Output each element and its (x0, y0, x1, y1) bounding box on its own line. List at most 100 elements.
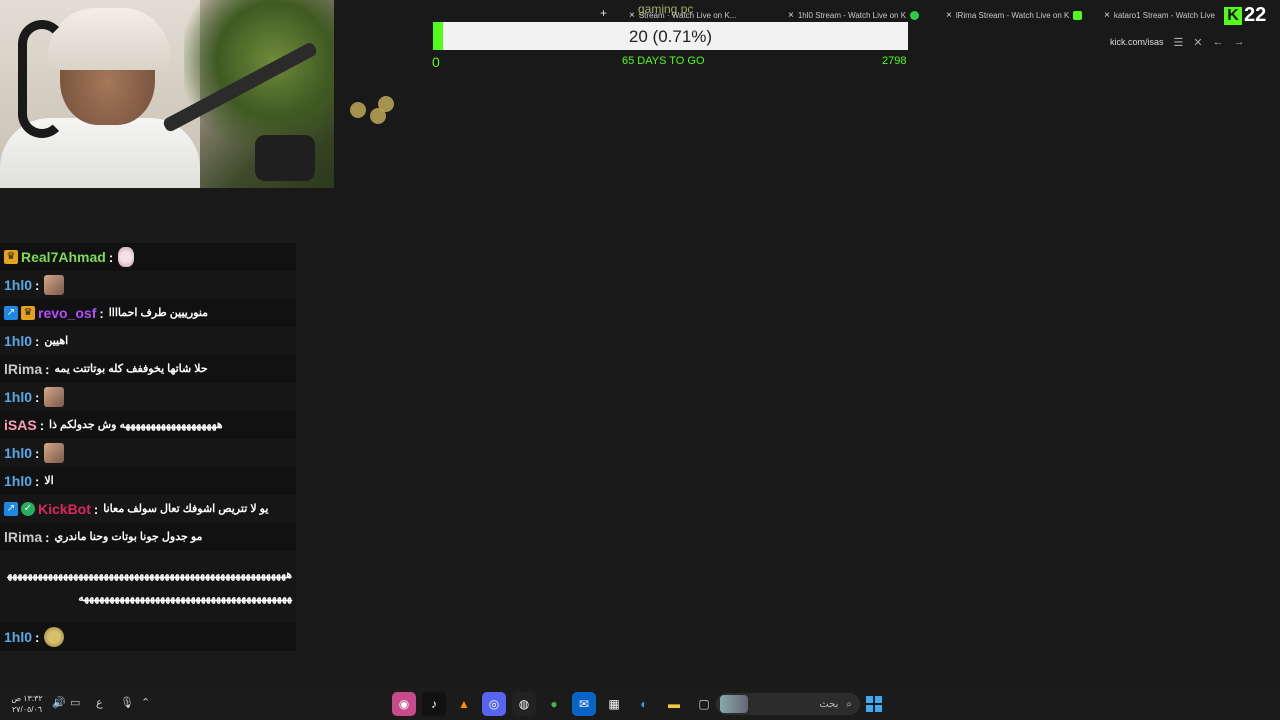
chat-username[interactable]: 1hl0 (4, 389, 32, 405)
chat-username[interactable]: revo_osf (38, 305, 96, 321)
chat-emote-icon (44, 443, 65, 463)
microphone-icon[interactable]: 🎙 (120, 696, 134, 709)
chat-text: هههههههههههههههههههه وش جدولكم ذا (49, 418, 223, 431)
chat-separator: : (35, 389, 40, 405)
chat-text: الا (44, 474, 54, 487)
explorer-icon[interactable]: ▬ (662, 692, 686, 716)
tab-label: lRima Stream - Watch Live on K (955, 10, 1070, 20)
tab-close-icon[interactable]: × (788, 10, 794, 21)
chat-emote-icon (44, 275, 65, 295)
chat-separator: : (108, 249, 114, 265)
search-icon: ⌕ (846, 698, 852, 710)
chat-separator: : (45, 361, 50, 377)
discord-icon[interactable]: ◎ (482, 692, 506, 716)
network-icon[interactable]: ▭ (70, 696, 80, 709)
chat-username[interactable]: lRima (4, 361, 42, 377)
search-highlight-image (720, 695, 748, 713)
arrow-badge-icon: ↗ (4, 502, 18, 516)
browser-tab[interactable]: × 1hl0 Stream - Watch Live on K (788, 7, 920, 23)
chat-username[interactable]: lRima (4, 529, 42, 545)
arrow-badge-icon: ↗ (4, 306, 18, 320)
tiktok-icon[interactable]: ♪ (422, 692, 446, 716)
goal-min: 0 (432, 54, 440, 70)
goal-days-left: 65 DAYS TO GO (622, 55, 705, 67)
chat-message: 1hl0: اهيين (0, 327, 296, 355)
taskbar-search[interactable]: بحث ⌕ (716, 693, 860, 715)
obs-icon[interactable]: ◍ (512, 692, 536, 716)
clock-date: ٢٧/٠٥/٠٦ (11, 705, 43, 714)
chat-username[interactable]: 1hl0 (4, 445, 32, 461)
windows-start-icon[interactable] (866, 696, 882, 712)
chat-message: 1hl0: (0, 623, 296, 651)
headset-icon (18, 20, 66, 138)
tab-close-icon[interactable]: × (946, 10, 952, 21)
tab-close-icon[interactable]: × (1104, 10, 1110, 21)
chat-separator: : (35, 473, 40, 489)
close-icon[interactable]: ✕ (1193, 36, 1202, 49)
chat-username[interactable]: 1hl0 (4, 277, 32, 293)
edge-icon[interactable]: ◐ (632, 692, 656, 716)
chat-username[interactable]: 1hl0 (4, 629, 32, 645)
chat-emote-icon (44, 387, 65, 407)
chat-text: حلا شاتها يخوففف كله بوتاتتت يمه (54, 362, 208, 375)
back-arrow-icon[interactable]: ← (1213, 36, 1224, 48)
chat-username[interactable]: KickBot (38, 501, 91, 517)
chat-message: 1hl0: الا (0, 467, 296, 495)
chat-text: يو لا تتريص اشوفك تعال سولف معانا (103, 502, 269, 515)
chat-username[interactable]: iSAS (4, 417, 37, 433)
chat-separator: : (45, 529, 50, 545)
chat-text: منورييين طرف احماااا (108, 306, 209, 319)
window-icon[interactable]: ▢ (692, 692, 716, 716)
chat-message: 1hl0: (0, 383, 296, 411)
chat-message: 1hl0: (0, 271, 296, 299)
chat-separator: : (35, 277, 40, 293)
chat-username[interactable]: 1hl0 (4, 473, 32, 489)
address-url[interactable]: kick.com/isas (1110, 37, 1164, 47)
taskbar-apps: ◉ ♪ ▲ ◎ ◍ ● ✉ ▦ ◐ ▬ ▢ (392, 692, 716, 716)
chat-separator: : (35, 629, 40, 645)
address-bar[interactable]: kick.com/isas ☰ ✕ ← → (1110, 34, 1280, 50)
chevron-up-icon[interactable]: ⌃ (141, 696, 150, 709)
browser-tab[interactable]: × lRima Stream - Watch Live on K (946, 7, 1083, 23)
chat-message: 1hl0: (0, 439, 296, 467)
input-language[interactable]: ع (96, 696, 103, 709)
goal-max: 2798 (882, 55, 907, 67)
search-placeholder: بحث (819, 698, 839, 710)
store-icon[interactable]: ▦ (602, 692, 626, 716)
clock-time: ١٣:٣٢ ص (11, 694, 43, 703)
vlc-icon[interactable]: ▲ (452, 692, 476, 716)
chat-separator: : (93, 501, 99, 517)
overlay-title: gaming pc (638, 2, 694, 16)
chat-text: اهيين (44, 334, 69, 347)
chat-message: ↗ ✓ KickBot: يو لا تتريص اشوفك تعال سولف مع… (0, 495, 296, 523)
kick-logo: K 22 (1224, 4, 1266, 27)
chrome-alt-icon[interactable]: ◉ (392, 692, 416, 716)
tab-close-icon[interactable]: × (629, 10, 635, 21)
new-tab-button[interactable]: + (600, 6, 607, 20)
chat-username[interactable]: 1hl0 (4, 333, 32, 349)
tab-label: kataro1 Stream - Watch Live (1113, 10, 1215, 20)
volume-icon[interactable]: 🔊 (52, 696, 66, 709)
site-settings-icon[interactable]: ☰ (1174, 36, 1184, 49)
crown-badge-icon: ♛ (4, 250, 18, 264)
forward-arrow-icon[interactable]: → (1234, 36, 1245, 48)
emote-icon (378, 96, 394, 112)
chat-message: هههههههههههههههههههههههههههههههههههههههه… (0, 551, 296, 623)
tab-label: 1hl0 Stream - Watch Live on K (797, 10, 907, 20)
chat-message: lRima: مو جدول جونا بوتات وحنا ماندري (0, 523, 296, 551)
webcam-cap (48, 8, 170, 70)
microphone-icon (255, 135, 315, 181)
chat-feed: ♛ Real7Ahmad:1hl0: ↗ ♛ revo_osf: منورييين طرف… (0, 243, 296, 651)
kick-favicon-icon (1073, 10, 1083, 20)
goal-label: 20 (0.71%) (628, 27, 713, 46)
webcam-feed (0, 0, 334, 188)
outlook-icon[interactable]: ✉ (572, 692, 596, 716)
chat-separator: : (39, 417, 45, 433)
chat-separator: : (99, 305, 104, 321)
chat-separator: : (35, 445, 40, 461)
chat-message: ♛ Real7Ahmad: (0, 243, 296, 271)
browser-tab[interactable]: × kataro1 Stream - Watch Live (1104, 7, 1215, 23)
taskbar-clock[interactable]: ١٣:٣٢ ص ٢٧/٠٥/٠٦ (10, 693, 44, 715)
chat-username[interactable]: Real7Ahmad (21, 249, 106, 265)
chrome-icon[interactable]: ● (542, 692, 566, 716)
